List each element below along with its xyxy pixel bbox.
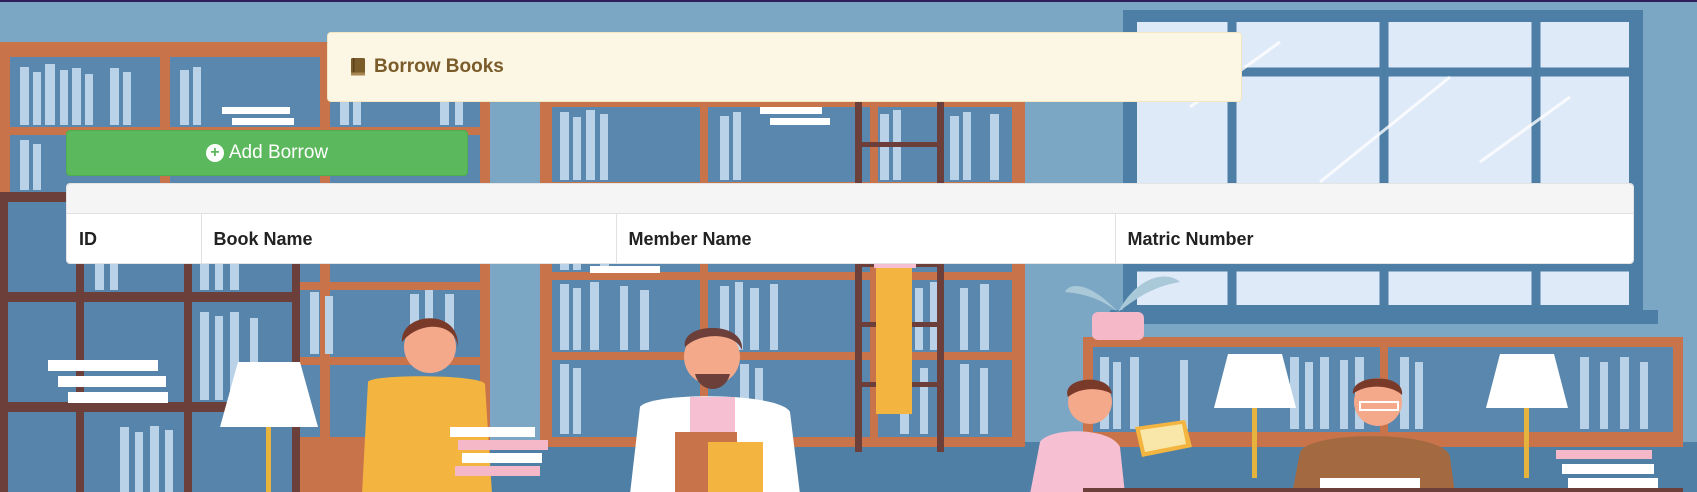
column-header-matric-number[interactable]: Matric Number xyxy=(1115,214,1633,263)
table-panel-heading xyxy=(67,184,1633,214)
borrow-table: ID Book Name Member Name Matric Number xyxy=(67,214,1633,263)
add-borrow-button[interactable]: + Add Borrow xyxy=(66,130,468,176)
borrow-table-panel: ID Book Name Member Name Matric Number xyxy=(66,183,1634,264)
table-header-row: ID Book Name Member Name Matric Number xyxy=(67,214,1633,263)
plus-circle-icon: + xyxy=(205,144,224,162)
column-header-id[interactable]: ID xyxy=(67,214,202,263)
book-icon xyxy=(351,58,365,76)
column-header-member-name[interactable]: Member Name xyxy=(616,214,1116,263)
page-header: Borrow Books xyxy=(327,32,1242,102)
column-header-book-name[interactable]: Book Name xyxy=(201,214,617,263)
add-borrow-label: Add Borrow xyxy=(228,142,329,163)
page-title: Borrow Books xyxy=(374,56,504,77)
